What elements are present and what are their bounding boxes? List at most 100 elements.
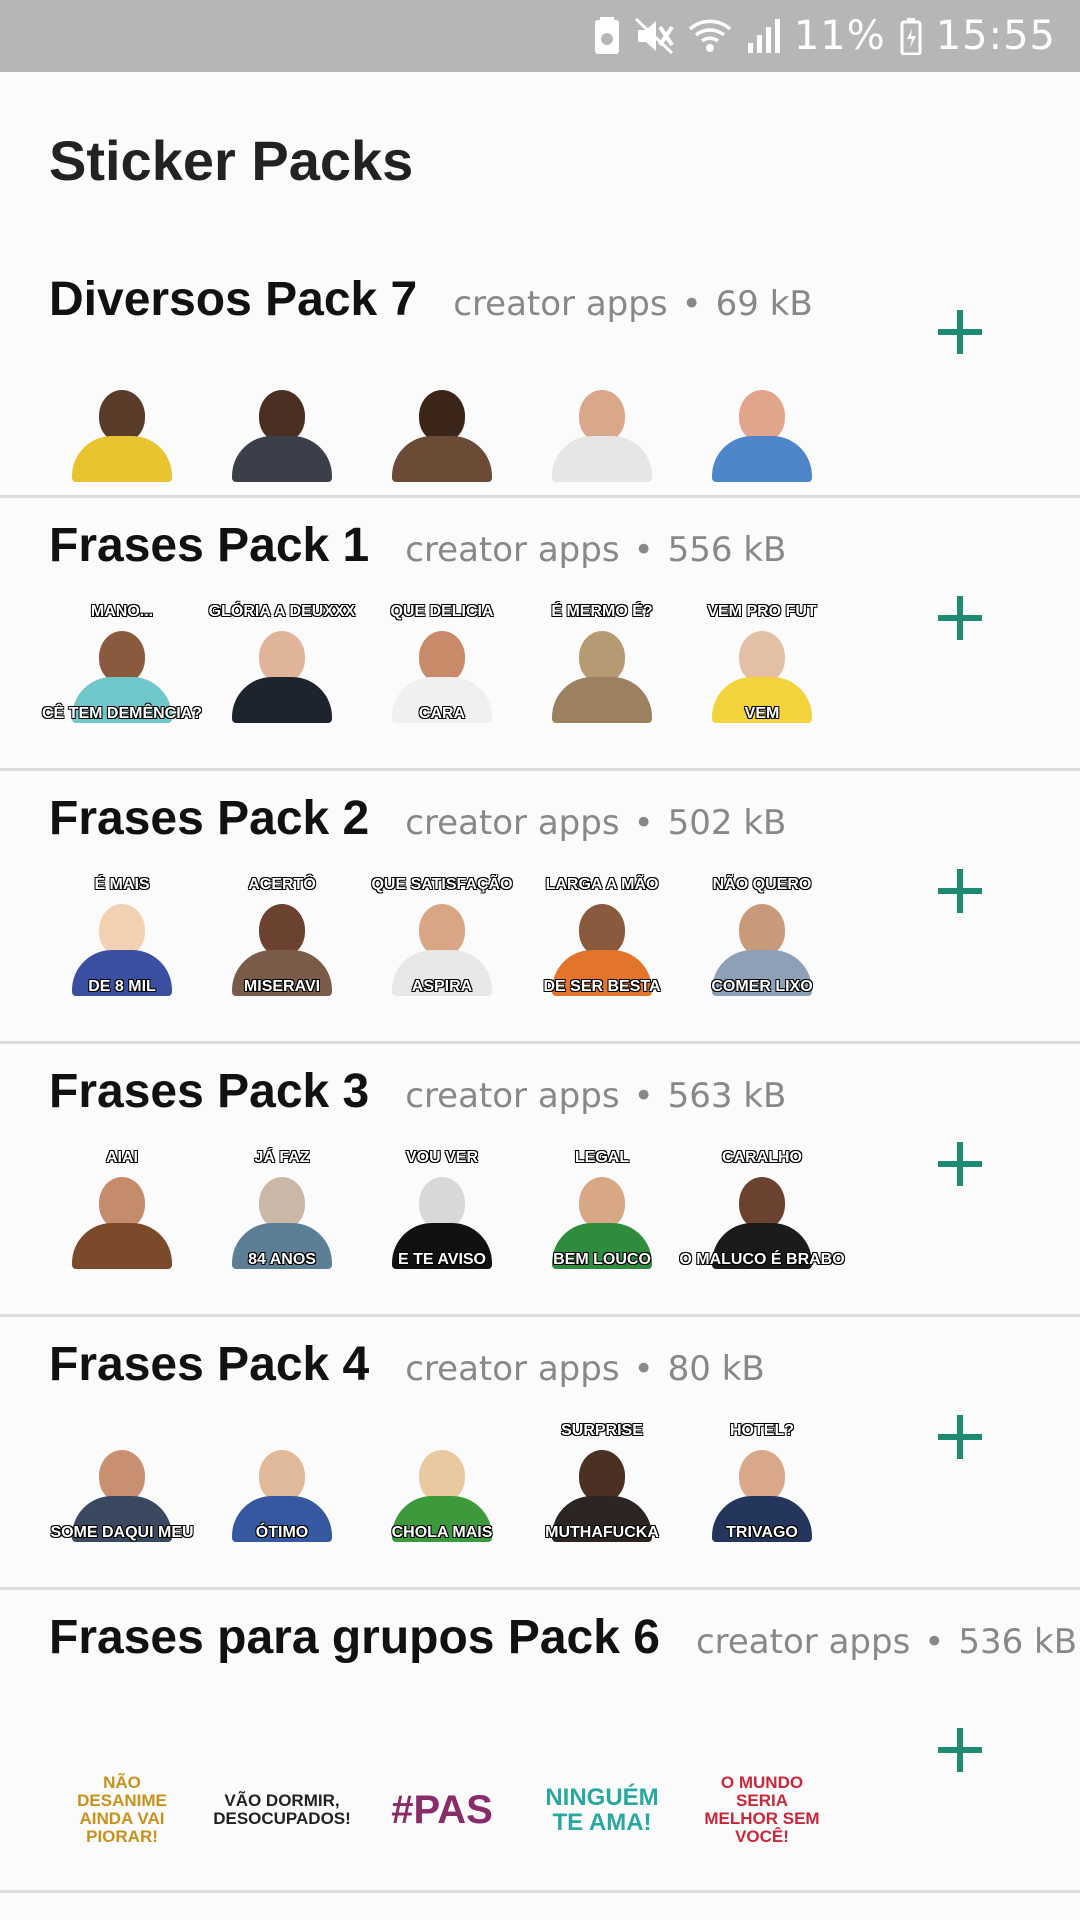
- add-pack-button[interactable]: [930, 588, 990, 648]
- pack-row[interactable]: Frases Pack 4 creator apps • 80 kB SOME DAQU…: [0, 1317, 1080, 1590]
- sticker-caption-bottom: O MALUCO É BRABO: [679, 1251, 845, 1268]
- sticker-caption-top: QUE DELICIA: [390, 603, 494, 620]
- sticker-thumbnail[interactable]: ÓTIMO: [220, 1422, 344, 1542]
- sticker-image: [232, 631, 332, 723]
- add-pack-button[interactable]: [930, 302, 990, 362]
- sticker-caption-bottom: 84 ANOS: [248, 1251, 316, 1268]
- sticker-caption-top: HOTEL?: [730, 1422, 794, 1439]
- pack-size: 80 kB: [667, 1349, 765, 1389]
- sticker-thumbnail[interactable]: QUE DELICIA CARA: [380, 603, 504, 723]
- sticker-strip: AIAI JÁ FAZ 84 ANOS VOU VER E TE AVISO LEGAL B…: [60, 1149, 845, 1269]
- add-pack-button[interactable]: [930, 861, 990, 921]
- sticker-caption-top: ACERTÔ: [248, 876, 316, 893]
- sticker-image: [72, 390, 172, 482]
- sticker-thumbnail[interactable]: LEGAL BEM LOUCO: [540, 1149, 664, 1269]
- sticker-caption-bottom: MISERAVI: [243, 978, 321, 995]
- pack-size: 69 kB: [715, 284, 813, 324]
- sticker-caption-top: NÃO QUERO: [712, 876, 812, 893]
- sticker-thumbnail[interactable]: [700, 362, 824, 482]
- add-pack-button[interactable]: [930, 1407, 990, 1467]
- sticker-thumbnail[interactable]: MANO... CÊ TEM DEMÊNCIA?: [42, 603, 202, 723]
- sticker-thumbnail[interactable]: CHOLA MAIS: [380, 1422, 504, 1542]
- separator-dot: •: [633, 1076, 654, 1116]
- pack-row[interactable]: Diversos Pack 7 creator apps • 69 kB: [0, 222, 1080, 498]
- sticker-strip: É MAIS DE 8 MIL ACERTÔ MISERAVI QUE SATISFAÇ…: [60, 876, 824, 996]
- sticker-thumbnail[interactable]: LARGA A MÃO DE SER BESTA: [540, 876, 664, 996]
- sticker-thumbnail[interactable]: VOU VER E TE AVISO: [380, 1149, 504, 1269]
- sticker-caption-bottom: CARA: [418, 705, 466, 722]
- pack-creator: creator apps: [405, 803, 620, 843]
- sticker-strip: MANO... CÊ TEM DEMÊNCIA? GLÓRIA A DEUXXX QU…: [42, 603, 824, 723]
- sticker-thumbnail[interactable]: JÁ FAZ 84 ANOS: [220, 1149, 344, 1269]
- pack-header: Frases Pack 1 creator apps • 556 kB: [0, 498, 1080, 573]
- sticker-thumbnail[interactable]: [380, 362, 504, 482]
- sticker-thumbnail[interactable]: SURPRISE MUTHAFUCKA: [540, 1422, 664, 1542]
- sticker-thumbnail[interactable]: [220, 362, 344, 482]
- separator-dot: •: [633, 1349, 654, 1389]
- sticker-caption-top: VOU VER: [405, 1149, 478, 1166]
- pack-size: 502 kB: [667, 803, 787, 843]
- sticker-caption-top: QUE SATISFAÇÃO: [371, 876, 513, 893]
- sticker-thumbnail[interactable]: SOME DAQUI MEU: [50, 1422, 194, 1542]
- sticker-caption-top: JÁ FAZ: [254, 1149, 310, 1166]
- add-pack-button[interactable]: [930, 1720, 990, 1780]
- sticker-thumbnail[interactable]: #PAS: [380, 1750, 504, 1870]
- status-bar: 11% 15:55: [0, 0, 1080, 72]
- sticker-thumbnail[interactable]: NÃO DESANIME AINDA VAI PIORAR!: [60, 1750, 184, 1870]
- sticker-strip: SOME DAQUI MEU ÓTIMO CHOLA MAIS SURPRISE MUT…: [50, 1422, 824, 1542]
- pack-row[interactable]: Frases para grupos Pack 6 creator apps • 53…: [0, 1590, 1080, 1893]
- sticker-caption-top: É MAIS: [94, 876, 150, 893]
- sticker-thumbnail[interactable]: É MAIS DE 8 MIL: [60, 876, 184, 996]
- signal-icon: [747, 19, 780, 53]
- pack-row[interactable]: Frases Pack 3 creator apps • 563 kB AIAI JÁ F…: [0, 1044, 1080, 1317]
- sticker-caption-top: MANO...: [90, 603, 154, 620]
- pack-meta: creator apps • 502 kB: [405, 803, 786, 843]
- pack-creator: creator apps: [453, 284, 668, 324]
- sticker-thumbnail[interactable]: NÃO QUERO COMER LIXO: [700, 876, 824, 996]
- sticker-caption-bottom: ASPIRA: [411, 978, 473, 995]
- pack-size: 563 kB: [667, 1076, 787, 1116]
- sticker-caption-bottom: CHOLA MAIS: [391, 1524, 493, 1541]
- sticker-thumbnail[interactable]: CARALHO O MALUCO É BRABO: [679, 1149, 845, 1269]
- sticker-caption-top: SURPRISE: [561, 1422, 643, 1439]
- battery-percent: 11%: [793, 13, 886, 59]
- sticker-thumbnail[interactable]: GLÓRIA A DEUXXX: [209, 603, 355, 723]
- pack-creator: creator apps: [405, 530, 620, 570]
- pack-creator: creator apps: [695, 1622, 911, 1662]
- sticker-caption-bottom: SOME DAQUI MEU: [50, 1524, 194, 1541]
- pack-header: Frases Pack 3 creator apps • 563 kB: [0, 1044, 1080, 1119]
- sticker-caption-bottom: COMER LIXO: [711, 978, 813, 995]
- sticker-caption-bottom: VEM: [744, 705, 780, 722]
- sticker-thumbnail[interactable]: [540, 362, 664, 482]
- battery-icon: [900, 18, 922, 55]
- sticker-thumbnail[interactable]: É MERMO É?: [540, 603, 664, 723]
- sticker-caption-bottom: TRIVAGO: [726, 1524, 798, 1541]
- sticker-caption-bottom: BEM LOUCO: [553, 1251, 651, 1268]
- sticker-thumbnail[interactable]: NINGUÉM TE AMA!: [540, 1750, 664, 1870]
- sticker-thumbnail[interactable]: VEM PRO FUT VEM: [700, 603, 824, 723]
- sticker-thumbnail[interactable]: QUE SATISFAÇÃO ASPIRA: [371, 876, 513, 996]
- sticker-thumbnail[interactable]: AIAI: [60, 1149, 184, 1269]
- separator-dot: •: [924, 1622, 945, 1662]
- pack-row[interactable]: Frases Pack 2 creator apps • 502 kB É MAIS DE…: [0, 771, 1080, 1044]
- sticker-image: [232, 390, 332, 482]
- pack-creator: creator apps: [405, 1076, 620, 1116]
- pack-name: Frases Pack 1: [49, 519, 370, 572]
- pack-row[interactable]: Frases Pack 1 creator apps • 556 kB MANO... C…: [0, 498, 1080, 771]
- wifi-icon: [688, 19, 731, 52]
- sticker-thumbnail[interactable]: HOTEL? TRIVAGO: [700, 1422, 824, 1542]
- pack-size: 536 kB: [958, 1622, 1078, 1662]
- sticker-caption-bottom: DE 8 MIL: [88, 978, 156, 995]
- add-pack-button[interactable]: [930, 1134, 990, 1194]
- sticker-thumbnail[interactable]: ACERTÔ MISERAVI: [220, 876, 344, 996]
- sticker-image: [392, 390, 492, 482]
- sticker-thumbnail[interactable]: VÃO DORMIR, DESOCUPADOS!: [213, 1750, 351, 1870]
- pack-name: Frases Pack 3: [49, 1065, 370, 1118]
- sticker-thumbnail[interactable]: [60, 362, 184, 482]
- status-icons: 11% 15:55: [594, 0, 1056, 72]
- sticker-thumbnail[interactable]: O MUNDO SERIA MELHOR SEM VOCÊ!: [700, 1750, 824, 1870]
- sticker-strip: NÃO DESANIME AINDA VAI PIORAR! VÃO DORMIR…: [60, 1750, 824, 1870]
- pack-meta: creator apps • 536 kB: [696, 1622, 1077, 1662]
- sticker-image: [552, 390, 652, 482]
- clock: 15:55: [935, 13, 1056, 59]
